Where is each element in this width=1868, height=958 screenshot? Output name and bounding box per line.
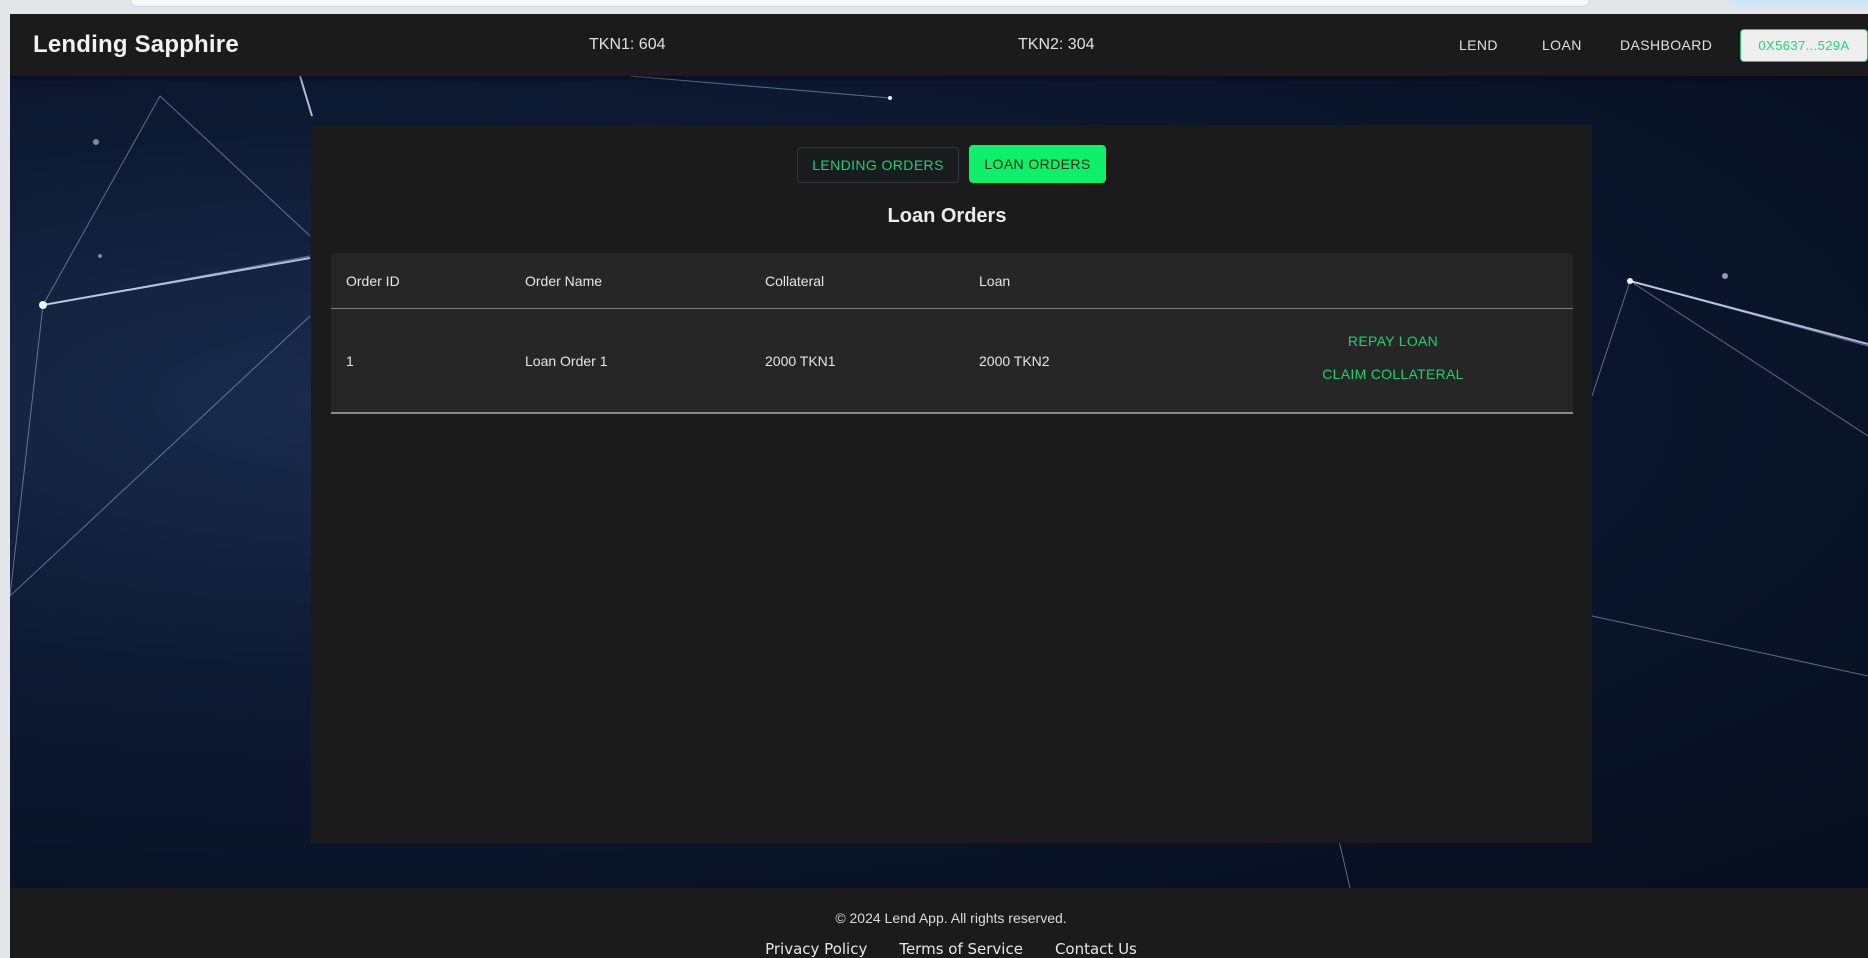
table-header: Order ID Order Name Collateral Loan bbox=[331, 253, 1573, 309]
tab-lending-orders[interactable]: LENDING ORDERS bbox=[797, 147, 959, 183]
orders-panel: LENDING ORDERS LOAN ORDERS Loan Orders O… bbox=[311, 125, 1592, 843]
app-root: Lending Sapphire TKN1: 604 TKN2: 304 LEN… bbox=[10, 14, 1868, 958]
nav-loan-link[interactable]: LOAN bbox=[1542, 37, 1582, 53]
left-gutter bbox=[0, 14, 10, 958]
row-actions: REPAY LOAN CLAIM COLLATERAL bbox=[1301, 333, 1485, 382]
column-header-loan: Loan bbox=[979, 273, 1011, 289]
column-header-collateral: Collateral bbox=[765, 273, 825, 289]
copyright-text: © 2024 Lend App. All rights reserved. bbox=[835, 910, 1067, 926]
terms-of-service-link[interactable]: Terms of Service bbox=[899, 940, 1023, 958]
top-navbar: Lending Sapphire TKN1: 604 TKN2: 304 LEN… bbox=[10, 14, 1868, 76]
nav-lend-link[interactable]: LEND bbox=[1459, 37, 1498, 53]
page-title: Loan Orders bbox=[887, 205, 1007, 227]
cell-order-name: Loan Order 1 bbox=[525, 353, 608, 369]
browser-address-bar-edge bbox=[130, 0, 1590, 7]
browser-extension-pill bbox=[1728, 0, 1868, 7]
browser-top-strip bbox=[0, 0, 1868, 14]
page-footer: © 2024 Lend App. All rights reserved. Pr… bbox=[10, 888, 1868, 958]
table-row: 1 Loan Order 1 2000 TKN1 2000 TKN2 REPAY… bbox=[331, 309, 1573, 414]
repay-loan-button[interactable]: REPAY LOAN bbox=[1348, 333, 1438, 349]
orders-tabs: LENDING ORDERS LOAN ORDERS bbox=[311, 145, 1592, 183]
nav-dashboard-link[interactable]: DASHBOARD bbox=[1620, 37, 1712, 53]
cell-order-id: 1 bbox=[346, 353, 354, 369]
tkn1-balance: TKN1: 604 bbox=[589, 36, 666, 53]
contact-us-link[interactable]: Contact Us bbox=[1055, 940, 1137, 958]
tab-loan-orders[interactable]: LOAN ORDERS bbox=[969, 145, 1106, 183]
cell-loan: 2000 TKN2 bbox=[979, 353, 1050, 369]
claim-collateral-button[interactable]: CLAIM COLLATERAL bbox=[1322, 366, 1463, 382]
column-header-order-id: Order ID bbox=[346, 273, 400, 289]
footer-links: Privacy Policy Terms of Service Contact … bbox=[10, 940, 1868, 958]
cell-collateral: 2000 TKN1 bbox=[765, 353, 836, 369]
tkn2-balance: TKN2: 304 bbox=[1018, 36, 1095, 53]
wallet-address-button[interactable]: 0X5637...529A bbox=[1740, 29, 1868, 62]
privacy-policy-link[interactable]: Privacy Policy bbox=[765, 940, 867, 958]
loan-orders-table: Order ID Order Name Collateral Loan 1 Lo… bbox=[331, 253, 1573, 414]
column-header-order-name: Order Name bbox=[525, 273, 603, 289]
brand-logo-text[interactable]: Lending Sapphire bbox=[33, 31, 239, 59]
